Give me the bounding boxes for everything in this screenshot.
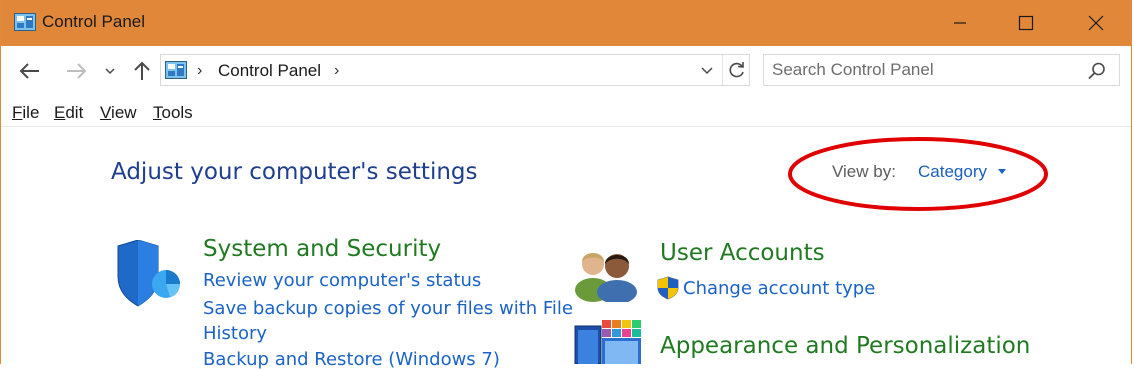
refresh-icon <box>729 62 744 78</box>
personalization-icon[interactable] <box>574 318 642 364</box>
back-button[interactable] <box>17 58 43 84</box>
link-backup-restore[interactable]: Backup and Restore (Windows 7) <box>203 349 500 370</box>
menu-bar: File Edit View Tools <box>1 96 1131 127</box>
menu-tools-accelerator: T <box>153 103 162 122</box>
arrow-left-icon <box>19 63 39 79</box>
search-input[interactable] <box>772 59 1072 81</box>
minimize-icon <box>954 22 966 24</box>
arrow-right-icon <box>67 63 87 79</box>
menu-tools-label: ools <box>161 103 193 122</box>
category-title-appearance-and-personalization[interactable]: Appearance and Personalization <box>660 333 1030 359</box>
search-box[interactable] <box>763 54 1120 86</box>
window-title: Control Panel <box>42 12 146 31</box>
close-icon <box>1088 15 1104 31</box>
caret-down-icon[interactable] <box>998 169 1006 174</box>
address-bar[interactable]: › Control Panel › <box>160 54 750 86</box>
menu-view-label: iew <box>111 103 137 122</box>
control-panel-icon <box>165 61 187 79</box>
link-review-status[interactable]: Review your computer's status <box>203 270 481 291</box>
menu-file[interactable]: File <box>12 103 39 123</box>
uac-shield-icon <box>657 276 679 300</box>
search-icon[interactable] <box>1086 60 1108 82</box>
refresh-button[interactable] <box>724 58 749 82</box>
link-save-backup-continued[interactable]: History <box>203 323 267 344</box>
up-button[interactable] <box>129 58 155 84</box>
minimize-button[interactable] <box>937 0 983 46</box>
link-save-backup[interactable]: Save backup copies of your files with Fi… <box>203 298 573 319</box>
maximize-button[interactable] <box>1003 0 1049 46</box>
address-history-dropdown[interactable] <box>695 58 719 82</box>
menu-edit-label: dit <box>65 103 84 122</box>
page-title: Adjust your computer's settings <box>111 159 478 185</box>
menu-edit-accelerator: E <box>54 103 66 122</box>
category-title-user-accounts[interactable]: User Accounts <box>660 240 825 266</box>
chevron-down-icon <box>105 68 115 75</box>
address-divider <box>722 55 723 85</box>
view-by-label: View by: <box>832 162 896 181</box>
breadcrumb-separator[interactable]: › <box>197 62 202 80</box>
recent-locations-button[interactable] <box>102 58 118 84</box>
category-title-system-and-security[interactable]: System and Security <box>203 236 441 262</box>
breadcrumb-control-panel[interactable]: Control Panel <box>218 61 321 81</box>
link-change-account-type[interactable]: Change account type <box>683 278 875 299</box>
menu-view[interactable]: View <box>100 103 137 123</box>
forward-button[interactable] <box>63 58 89 84</box>
menu-file-label: ile <box>22 103 40 122</box>
title-bar[interactable]: Control Panel <box>1 0 1131 46</box>
users-icon[interactable] <box>574 246 640 302</box>
menu-tools[interactable]: Tools <box>153 103 193 123</box>
menu-view-accelerator: V <box>100 103 112 122</box>
control-panel-icon <box>14 13 36 31</box>
menu-edit[interactable]: Edit <box>54 103 83 123</box>
shield-icon[interactable] <box>114 240 184 312</box>
maximize-icon <box>1018 15 1034 31</box>
close-button[interactable] <box>1073 0 1119 46</box>
arrow-up-icon <box>134 61 150 80</box>
control-panel-window: Control Panel › Control Panel › Search C… <box>0 0 1132 370</box>
navigation-bar: › Control Panel › <box>1 46 1131 96</box>
chevron-down-icon <box>701 66 713 74</box>
breadcrumb-separator[interactable]: › <box>334 62 339 80</box>
view-by-dropdown[interactable]: Category <box>918 162 987 182</box>
menu-file-accelerator: F <box>12 103 23 122</box>
